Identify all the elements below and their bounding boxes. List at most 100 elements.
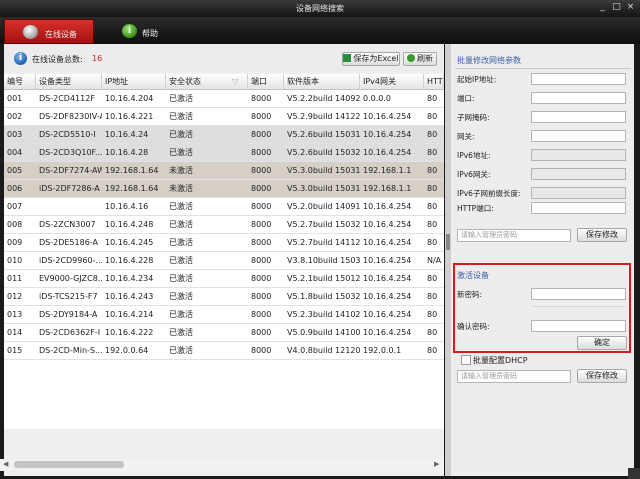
cell-version: V3.8.10build 150326 [287,256,360,265]
dhcp-save-button[interactable]: 保存修改 [577,369,627,383]
table-row[interactable]: 004 DS-2CD3Q10F... 10.16.4.28 已激活 8000 V5.2.6… [4,144,444,162]
maximize-button[interactable]: □ [611,2,622,13]
scrollbar-thumb[interactable] [14,461,124,468]
export-excel-button[interactable]: 保存为Excel [342,52,400,66]
cell-type: DS-2DY9184-A [39,310,98,319]
divider [455,68,631,69]
batch-save-button[interactable]: 保存修改 [577,228,627,242]
cell-version: V5.2.1build 150121 [287,274,360,283]
batch-field-input[interactable] [531,92,626,104]
cell-type: DS-2DE5186-A [39,238,98,247]
cell-no: 013 [7,310,23,319]
batch-field-input[interactable] [531,149,626,161]
refresh-button[interactable]: 刷新 [403,52,437,66]
cell-version: V5.2.3build 141022 [287,310,360,319]
tab-online-devices-label: 在线设备 [45,30,77,39]
horizontal-scrollbar[interactable]: ◀ ▶ [0,459,444,471]
cell-http: N/A [427,256,442,265]
batch-field-label: IPv6网关: [457,170,491,179]
table-row[interactable]: 014 DS-2CD6362F-I 10.16.4.222 已激活 8000 V5.0.9… [4,324,444,342]
cell-status: 已激活 [169,238,193,247]
table-row[interactable]: 015 DS-2CD-Min-S... 192.0.0.64 已激活 8000 V4.0.… [4,342,444,360]
batch-field-input[interactable] [531,130,626,142]
col-header-type[interactable]: 设备类型 [36,74,102,90]
cell-port: 8000 [251,256,272,265]
table-row[interactable]: 009 DS-2DE5186-A 10.16.4.245 已激活 8000 V5.2.7b… [4,234,444,252]
tab-help[interactable]: i 帮助 [112,19,192,44]
col-header-gateway[interactable]: IPv4网关 [360,74,424,90]
batch-field-input[interactable] [531,187,626,199]
cell-http: 80 [427,274,438,283]
cell-ip: 10.16.4.248 [105,220,154,229]
tab-online-devices[interactable]: 在线设备 [4,19,94,44]
col-header-no[interactable]: 编号 [4,74,36,90]
confirm-password-input[interactable] [531,320,626,332]
cell-http: 80 [427,310,438,319]
batch-field-input[interactable] [531,111,626,123]
cell-http: 80 [427,346,438,355]
cell-version: V5.2.7build 141125 [287,238,360,247]
cell-type: DS-2ZCN3007 [39,220,96,229]
cell-http: 80 [427,112,438,121]
cell-ip: 10.16.4.28 [105,148,149,157]
dhcp-checkbox[interactable] [461,355,471,365]
cell-http: 80 [427,328,438,337]
cell-http: 80 [427,202,438,211]
cell-type: iDS-2DF7286-A [39,184,100,193]
device-list-panel: i 在线设备总数: 16 保存为Excel 刷新 编号 设备类型 IP地址 安全… [4,44,444,476]
batch-field-input[interactable] [531,73,626,85]
table-row[interactable]: 008 DS-2ZCN3007 10.16.4.248 已激活 8000 V5.2.7bu… [4,216,444,234]
cell-gateway: 10.16.4.254 [363,274,412,283]
table-row[interactable]: 011 EV9000-GJZC8... 10.16.4.234 已激活 8000 V5.2… [4,270,444,288]
cell-no: 004 [7,148,23,157]
new-password-input[interactable] [531,288,626,300]
new-password-label: 新密码: [457,290,483,299]
cell-version: V5.2.0build 140915 [287,202,360,211]
filter-icon[interactable]: ▽ [232,74,238,89]
device-table: 编号 设备类型 IP地址 安全状态 ▽ 端口 软件版本 IPv4网关 HTT 00… [4,74,444,429]
info-icon: i [122,24,137,38]
batch-field-input[interactable] [531,202,626,214]
table-row[interactable]: 013 DS-2DY9184-A 10.16.4.214 已激活 8000 V5.2.3b… [4,306,444,324]
cell-port: 8000 [251,310,272,319]
table-row[interactable]: 003 DS-2CD5510-I 10.16.4.24 已激活 8000 V5.2.6bu… [4,126,444,144]
batch-field-label: 网关: [457,132,475,141]
cell-version: V5.3.0build 150319 [287,166,360,175]
cell-port: 8000 [251,328,272,337]
minimize-button[interactable]: _ [597,2,608,13]
col-header-ip[interactable]: IP地址 [102,74,166,90]
cell-ip: 10.16.4.243 [105,292,154,301]
scroll-right-icon[interactable]: ▶ [434,460,439,468]
cell-version: V5.2.7build 150325 [287,220,360,229]
table-row[interactable]: 005 DS-2DF7274-AW 192.168.1.64 未激活 8000 V5.3.… [4,162,444,180]
refresh-icon [407,54,415,62]
table-row[interactable]: 007 10.16.4.16 已激活 8000 V5.2.0build 140915 10… [4,198,444,216]
col-header-version[interactable]: 软件版本 [284,74,360,90]
col-header-http[interactable]: HTT [424,74,444,90]
col-header-port[interactable]: 端口 [248,74,284,90]
splitter-grip[interactable] [446,234,450,250]
summary-bar: i 在线设备总数: 16 保存为Excel 刷新 [4,44,444,72]
cell-no: 012 [7,292,23,301]
scroll-left-icon[interactable]: ◀ [3,460,8,468]
dhcp-admin-password-input[interactable]: 请输入管理员密码 [457,370,571,383]
table-row[interactable]: 006 iDS-2DF7286-A 192.168.1.64 未激活 8000 V5.3.… [4,180,444,198]
cell-port: 8000 [251,130,272,139]
batch-field-input[interactable] [531,168,626,180]
batch-admin-password-input[interactable]: 请输入管理员密码 [457,229,571,242]
table-row[interactable]: 001 DS-2CD4112F 10.16.4.204 已激活 8000 V5.2.2bu… [4,90,444,108]
cell-type: DS-2CD3Q10F... [39,148,102,157]
cell-status: 未激活 [169,166,193,175]
cell-no: 015 [7,346,23,355]
batch-field-label: IPv6子网前缀长度: [457,189,521,198]
cell-type: DS-2CD5510-I [39,130,96,139]
resize-grip[interactable] [628,468,640,479]
table-row[interactable]: 010 iDS-2CD9960-... 10.16.4.228 已激活 8000 V3.8… [4,252,444,270]
table-row[interactable]: 012 iDS-TCS215-F7 10.16.4.243 已激活 8000 V5.1.8… [4,288,444,306]
activate-ok-button[interactable]: 确定 [577,336,627,350]
close-button[interactable]: × [625,2,636,13]
cell-ip: 10.16.4.222 [105,328,154,337]
excel-icon [343,54,352,62]
col-header-status[interactable]: 安全状态 ▽ [166,74,248,90]
table-row[interactable]: 002 DS-2DF8230IV-A 10.16.4.221 已激活 8000 V5.2.… [4,108,444,126]
